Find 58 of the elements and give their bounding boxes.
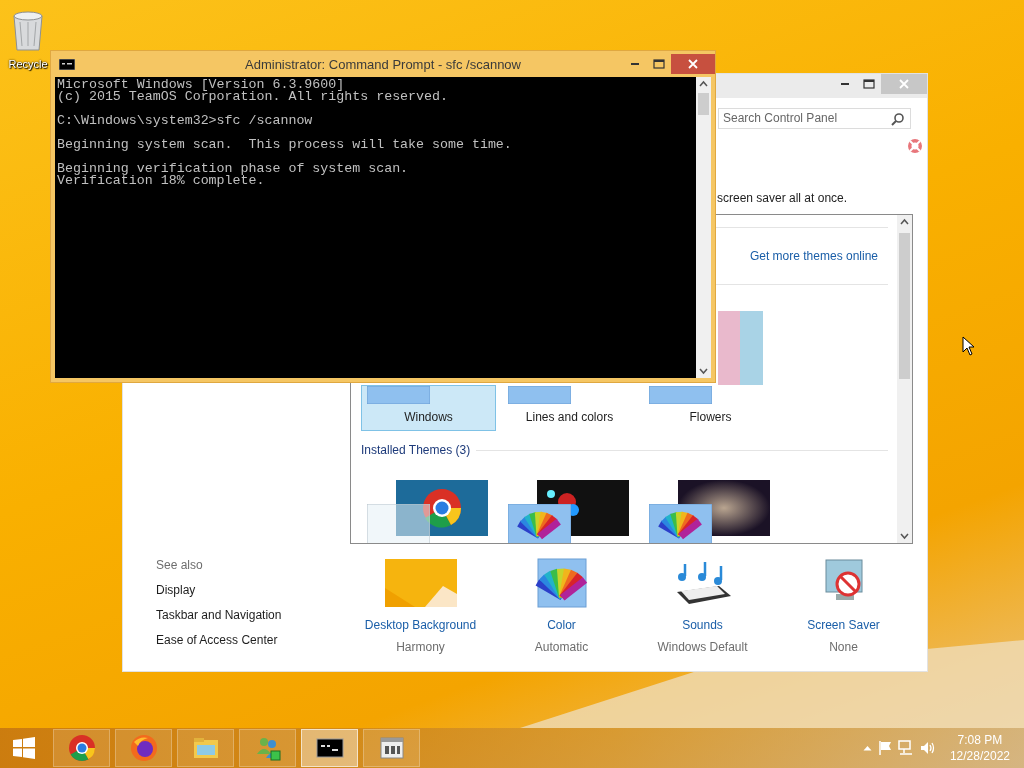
get-themes-link[interactable]: Get more themes online: [749, 249, 878, 263]
theme-tile[interactable]: Flowers: [643, 385, 778, 431]
color-fan-icon: [508, 504, 571, 543]
see-also-link[interactable]: Ease of Access Center: [156, 633, 350, 658]
color-swatch: [367, 386, 430, 404]
close-icon: [688, 59, 698, 69]
color-swatch: [367, 504, 430, 543]
setting-link[interactable]: Sounds: [682, 618, 723, 632]
console-line: Beginning system scan. This process will take some time.: [57, 139, 513, 151]
taskbar-app-button[interactable]: [363, 729, 420, 767]
taskbar-app-button[interactable]: [301, 729, 358, 767]
close-button[interactable]: [671, 54, 715, 74]
setting-link[interactable]: Color: [547, 618, 576, 632]
scrollbar-thumb[interactable]: [698, 93, 709, 115]
caret-up-icon: [862, 745, 872, 751]
network-icon: [897, 740, 914, 756]
section-heading: See also: [156, 558, 204, 574]
console-line: Beginning verification phase of system scan.: [57, 163, 410, 175]
description-text: screen saver all at once.: [717, 191, 849, 206]
console-line: C:\Windows\system32>sfc /scannow: [57, 115, 314, 127]
search-field[interactable]: Search Control Panel: [718, 107, 911, 129]
setting-link[interactable]: Desktop Background: [364, 618, 477, 632]
firefox-logo-icon: [129, 734, 158, 762]
speaker-icon: [919, 740, 936, 756]
see-also-link[interactable]: Taskbar and Navigation: [156, 608, 350, 633]
terminal-icon: [59, 58, 75, 70]
setting-value: None: [829, 640, 858, 654]
setting-value: Windows Default: [657, 640, 748, 654]
color-fan-icon: [649, 504, 712, 543]
maximize-icon: [863, 79, 875, 89]
close-icon: [899, 79, 909, 89]
maximize-icon: [653, 59, 665, 69]
minimize-icon: [630, 63, 640, 65]
setting-value: Automatic: [534, 640, 589, 654]
color-swatch: [508, 386, 571, 404]
section-heading: Installed Themes (3): [361, 443, 471, 457]
console-line: (c) 2015 TeamOS Corporation. All rights reserved.: [57, 91, 449, 103]
setting-value: Harmony: [396, 640, 445, 654]
windows-logo-icon: [13, 737, 35, 759]
appliance-icon: [377, 734, 406, 762]
console-line: Verification 18% complete.: [57, 175, 265, 187]
scrollbar[interactable]: [696, 77, 711, 378]
scrollbar-thumb[interactable]: [899, 233, 910, 379]
search-icon: [891, 111, 905, 126]
mouse-pointer-icon: [962, 336, 975, 356]
recycle-bin-icon: [10, 8, 46, 52]
color-swatch: [649, 386, 712, 404]
theme-tile[interactable]: Windows: [361, 385, 496, 431]
help-icon: [907, 138, 923, 154]
chrome-logo-icon: [67, 734, 96, 762]
scrollbar[interactable]: [897, 215, 912, 543]
window-title: Administrator: Command Prompt - sfc /scannow: [245, 56, 521, 72]
flag-icon: [877, 740, 892, 756]
setting-link[interactable]: Screen Saver: [807, 618, 880, 632]
minimize-icon: [840, 83, 850, 85]
console-line: Microsoft Windows [Version 6.3.9600]: [57, 79, 345, 91]
theme-tile[interactable]: Lines and colors: [502, 385, 637, 431]
see-also-link[interactable]: Display: [156, 583, 350, 608]
